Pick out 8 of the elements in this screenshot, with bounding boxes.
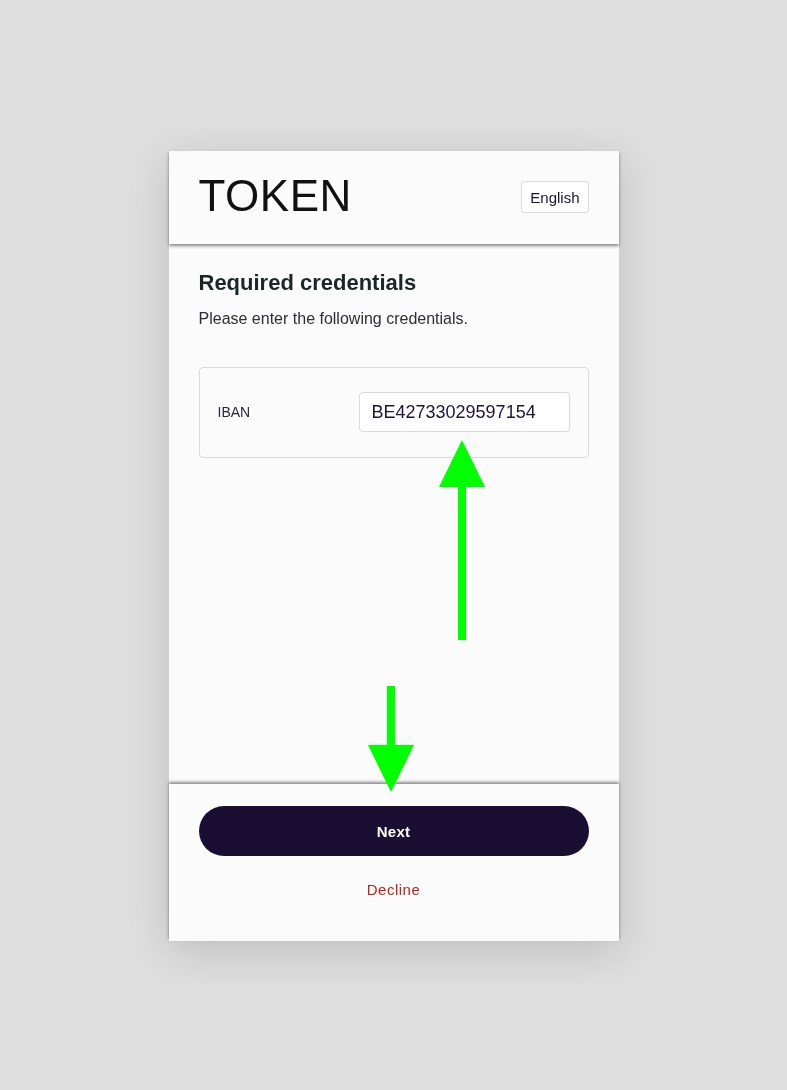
- next-button[interactable]: Next: [198, 806, 589, 856]
- page-title: Required credentials: [198, 269, 418, 297]
- logo-text: TOKEN: [198, 173, 352, 218]
- input-field[interactable]: BE42733029597154: [358, 392, 570, 432]
- field-label: IBAN: [217, 404, 251, 420]
- decline-link[interactable]: Decline: [362, 879, 425, 899]
- language-button[interactable]: English: [521, 181, 589, 213]
- instruction-text: Please enter the following credentials.: [198, 309, 469, 329]
